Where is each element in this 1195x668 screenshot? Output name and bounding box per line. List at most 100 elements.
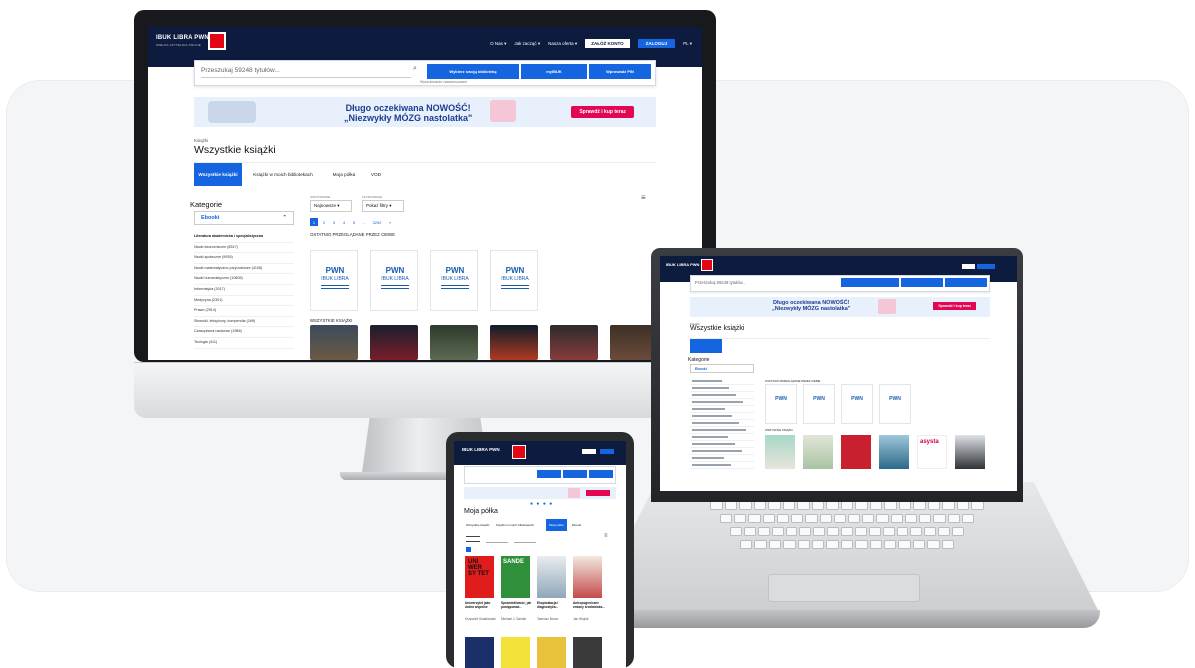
page-button[interactable]: [466, 547, 471, 552]
banner-cta-button[interactable]: Sprawdź i kup teraz: [933, 302, 976, 310]
category-item[interactable]: [690, 406, 754, 413]
list-menu-icon[interactable]: ≡: [641, 193, 646, 202]
login-button[interactable]: ZALOGUJ: [637, 39, 676, 48]
breadcrumb[interactable]: Książki: [194, 138, 208, 143]
carousel-dots[interactable]: ● ● ● ●: [530, 501, 553, 507]
tab-all-books[interactable]: Wszystkie książki: [194, 163, 242, 186]
search-input[interactable]: Przeszukaj 59248 tytułów...: [695, 280, 746, 285]
promo-banner[interactable]: Długo oczekiwana NOWOŚĆ! „Niezwykły MÓZG …: [690, 297, 990, 317]
tab-library-books[interactable]: Książki w moich bibliotekach: [244, 163, 322, 186]
page-button[interactable]: 3: [330, 218, 338, 226]
promo-banner[interactable]: [464, 487, 616, 499]
page-button[interactable]: 1: [310, 218, 318, 226]
nav-link-jak-zaczac[interactable]: Jak zacząć ▾: [514, 41, 540, 47]
book-cover[interactable]: [537, 556, 566, 598]
category-item[interactable]: Nauki ekonomiczne (8517): [194, 243, 294, 254]
banner-cta-button[interactable]: Sprawdź i kup teraz: [571, 106, 634, 118]
book-card-placeholder[interactable]: PWN: [879, 384, 911, 424]
category-item[interactable]: Nauki humanistyczne (10805): [194, 274, 294, 285]
nav-link-oferta[interactable]: Nasza oferta ▾: [548, 41, 577, 47]
book-cover[interactable]: [573, 556, 602, 598]
book-card-placeholder[interactable]: PWN IBUK LIBRA: [430, 250, 478, 311]
page-button[interactable]: 2: [320, 218, 328, 226]
tab-all-books[interactable]: [690, 339, 722, 353]
category-item[interactable]: [690, 434, 754, 441]
choose-library-button[interactable]: [841, 278, 899, 287]
category-item[interactable]: [690, 427, 754, 434]
category-item[interactable]: [690, 420, 754, 427]
filter-select[interactable]: [514, 535, 536, 543]
choose-library-button[interactable]: [537, 470, 561, 478]
choose-library-button[interactable]: Wybierz swoją bibliotekę: [427, 64, 519, 79]
category-item[interactable]: [690, 441, 754, 448]
register-button[interactable]: [582, 449, 596, 454]
book-cover[interactable]: [573, 637, 602, 668]
book-cover[interactable]: SANDE: [501, 556, 530, 598]
book-cover[interactable]: [537, 637, 566, 668]
category-item[interactable]: [690, 385, 754, 392]
book-cover[interactable]: [803, 435, 833, 469]
sort-select[interactable]: SORTOWANIE Najnowsze ▾: [310, 195, 352, 212]
book-title[interactable]: Antropogeniczne zmiany środowiska...: [573, 601, 606, 609]
book-cover[interactable]: [550, 325, 598, 360]
page-button[interactable]: 5: [350, 218, 358, 226]
book-title[interactable]: Eksploatacja i diagnostyka...: [537, 601, 570, 609]
book-card-placeholder[interactable]: PWN IBUK LIBRA: [370, 250, 418, 311]
myibuk-button[interactable]: [901, 278, 943, 287]
language-select[interactable]: PL ▾: [683, 41, 692, 47]
ibuk-libra-logo[interactable]: IBUK LIBRA PWN WIELKA CZYTELNIA ONLINE: [156, 35, 209, 47]
book-cover[interactable]: [370, 325, 418, 360]
tab-vod[interactable]: VOD: [364, 163, 388, 186]
book-title[interactable]: Uniwersytet jako dobro wspólne: [465, 601, 498, 609]
tab-ebooki[interactable]: Ebooki: [572, 523, 581, 527]
nav-link-o-nas[interactable]: O Nas ▾: [490, 41, 506, 47]
book-cover[interactable]: [310, 325, 358, 360]
book-card-placeholder[interactable]: PWN IBUK LIBRA: [490, 250, 538, 311]
filter-icon[interactable]: [466, 536, 480, 542]
ibuk-libra-logo[interactable]: IBUK LIBRA PWN: [666, 262, 699, 267]
banner-cta-button[interactable]: [586, 490, 610, 496]
category-item[interactable]: Czasopisma naukowe (1986): [194, 327, 294, 338]
book-cover[interactable]: [955, 435, 985, 469]
tab-my-shelf[interactable]: Moja półka: [546, 519, 567, 531]
category-item[interactable]: Słowniki, leksykony, kompendia (169): [194, 317, 294, 328]
book-card-placeholder[interactable]: PWN: [803, 384, 835, 424]
myibuk-button[interactable]: [563, 470, 587, 478]
book-cover[interactable]: [879, 435, 909, 469]
category-item[interactable]: Medycyna (2301): [194, 296, 294, 307]
sort-select[interactable]: [486, 535, 508, 543]
register-button[interactable]: ZAŁÓŻ KONTO: [585, 39, 630, 48]
category-item[interactable]: [690, 392, 754, 399]
book-card-placeholder[interactable]: PWN IBUK LIBRA: [310, 250, 358, 311]
tab-library-books[interactable]: Książki w moich bibliotekach: [496, 523, 534, 527]
list-menu-icon[interactable]: ≡: [604, 533, 608, 539]
enter-pin-button[interactable]: [945, 278, 987, 287]
book-cover[interactable]: UNI WER SY TET: [465, 556, 494, 598]
ebooki-dropdown[interactable]: Ebooki: [690, 364, 754, 373]
myibuk-button[interactable]: myIBUK: [521, 64, 587, 79]
ibuk-libra-logo[interactable]: IBUK LIBRA PWN: [462, 447, 500, 452]
book-card-placeholder[interactable]: PWN: [841, 384, 873, 424]
tab-my-shelf[interactable]: Moja półka: [326, 163, 362, 186]
filter-select[interactable]: FILTROWANIE Pokaż filtry ▾: [362, 195, 404, 212]
book-cover[interactable]: [465, 637, 494, 668]
category-item[interactable]: Nauki społeczne (9935): [194, 253, 294, 264]
advanced-search-link[interactable]: Wyszukiwanie zaawansowane: [420, 80, 467, 84]
category-item[interactable]: Informatyka (3017): [194, 285, 294, 296]
book-cover[interactable]: [765, 435, 795, 469]
category-item[interactable]: [690, 378, 754, 385]
enter-pin-button[interactable]: [589, 470, 613, 478]
login-button[interactable]: [600, 449, 614, 454]
tab-all-books[interactable]: Wszystkie książki: [466, 523, 489, 527]
page-button[interactable]: 4: [340, 218, 348, 226]
category-item[interactable]: Teologia (411): [194, 338, 294, 349]
enter-pin-button[interactable]: Wprowadź PIN: [589, 64, 651, 79]
search-input[interactable]: Przeszukaj 59248 tytułów...: [201, 66, 411, 78]
search-icon[interactable]: ⌕: [413, 65, 417, 73]
book-title[interactable]: Sprawiedliwość, jak postępować...: [501, 601, 534, 609]
book-cover[interactable]: [490, 325, 538, 360]
register-button[interactable]: [962, 264, 975, 269]
category-item[interactable]: [690, 455, 754, 462]
category-header[interactable]: Literatura akademicka i specjalistyczna: [194, 232, 294, 243]
book-cover[interactable]: asysta: [917, 435, 947, 469]
